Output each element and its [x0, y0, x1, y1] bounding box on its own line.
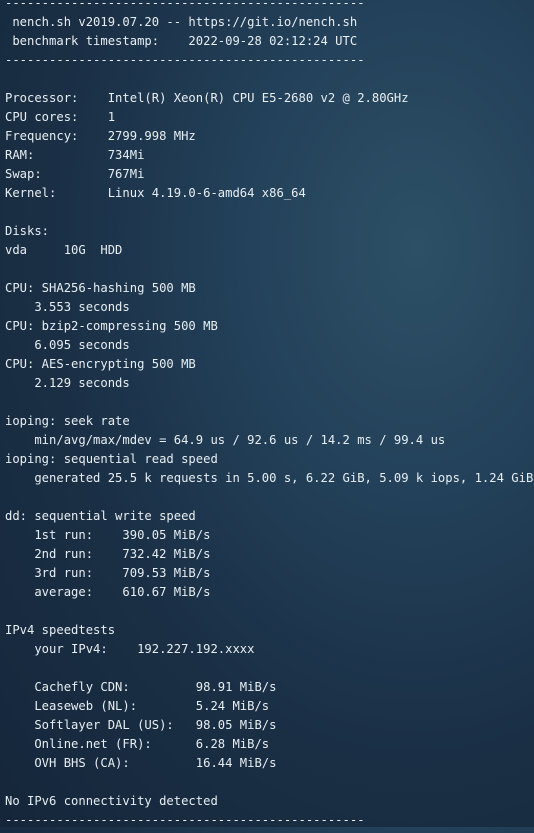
dd-run-2: 2nd run: 732.42 MiB/s [5, 547, 211, 561]
speedtest-softlayer: Softlayer DAL (US): 98.05 MiB/s [5, 718, 277, 732]
disks-heading: Disks: [5, 224, 50, 238]
ipv4-address-line: your IPv4: 192.227.192.xxxx [5, 642, 255, 656]
disk-vda-line: vda 10G HDD [5, 243, 123, 257]
terminal-window: ----------------------------------------… [0, 0, 534, 827]
cpu-aes-heading: CPU: AES-encrypting 500 MB [5, 357, 196, 371]
cpu-cores-line: CPU cores: 1 [5, 110, 116, 124]
processor-line: Processor: Intel(R) Xeon(R) CPU E5-2680 … [5, 91, 409, 105]
script-header: nench.sh v2019.07.20 -- https://git.io/n… [5, 15, 358, 29]
ioping-read-heading: ioping: sequential read speed [5, 452, 218, 466]
frequency-line: Frequency: 2799.998 MHz [5, 129, 196, 143]
speedtest-leaseweb: Leaseweb (NL): 5.24 MiB/s [5, 699, 270, 713]
speedtest-online-net: Online.net (FR): 6.28 MiB/s [5, 737, 270, 751]
cpu-sha256-result: 3.553 seconds [5, 300, 130, 314]
speedtest-cachefly: Cachefly CDN: 98.91 MiB/s [5, 680, 277, 694]
dd-run-3: 3rd run: 709.53 MiB/s [5, 566, 211, 580]
speedtest-ovh: OVH BHS (CA): 16.44 MiB/s [5, 756, 277, 770]
swap-line: Swap: 767Mi [5, 167, 145, 181]
kernel-line: Kernel: Linux 4.19.0-6-amd64 x86_64 [5, 186, 306, 200]
cpu-bzip2-heading: CPU: bzip2-compressing 500 MB [5, 319, 218, 333]
ram-line: RAM: 734Mi [5, 148, 145, 162]
dd-run-1: 1st run: 390.05 MiB/s [5, 528, 211, 542]
cpu-sha256-heading: CPU: SHA256-hashing 500 MB [5, 281, 196, 295]
cpu-bzip2-result: 6.095 seconds [5, 338, 130, 352]
dd-write-heading: dd: sequential write speed [5, 509, 196, 523]
ioping-read-result: generated 25.5 k requests in 5.00 s, 6.2… [5, 471, 534, 485]
ipv6-status: No IPv6 connectivity detected [5, 794, 218, 808]
ipv4-speedtests-heading: IPv4 speedtests [5, 623, 116, 637]
ioping-seek-result: min/avg/max/mdev = 64.9 us / 92.6 us / 1… [5, 433, 446, 447]
dd-average: average: 610.67 MiB/s [5, 585, 211, 599]
benchmark-timestamp: benchmark timestamp: 2022-09-28 02:12:24… [5, 34, 358, 48]
ioping-seek-heading: ioping: seek rate [5, 414, 130, 428]
separator-line: ----------------------------------------… [5, 0, 365, 10]
cpu-aes-result: 2.129 seconds [5, 376, 130, 390]
separator-line: ----------------------------------------… [5, 813, 365, 827]
separator-line: ----------------------------------------… [5, 53, 365, 67]
